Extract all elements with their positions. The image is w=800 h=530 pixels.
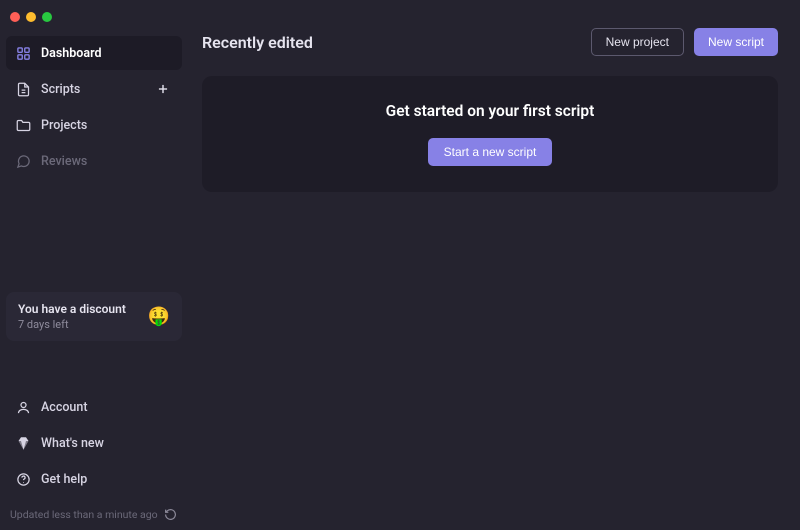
refresh-button[interactable] [162, 506, 178, 522]
window-controls [0, 6, 188, 32]
status-text: Updated less than a minute ago [10, 508, 158, 521]
sidebar-item-label: Scripts [41, 82, 80, 97]
start-new-script-button[interactable]: Start a new script [428, 138, 553, 166]
discount-title: You have a discount [18, 302, 126, 316]
sidebar-item-label: What's new [41, 436, 104, 451]
new-project-button[interactable]: New project [591, 28, 684, 56]
chat-icon [16, 154, 31, 169]
user-icon [16, 400, 31, 415]
sidebar-item-scripts[interactable]: Scripts [6, 72, 182, 106]
sidebar-item-dashboard[interactable]: Dashboard [6, 36, 182, 70]
document-icon [16, 82, 31, 97]
diamond-icon [16, 436, 31, 451]
add-script-button[interactable] [154, 80, 172, 98]
sidebar-item-whatsnew[interactable]: What's new [6, 426, 182, 460]
secondary-nav: Account What's new Get help [0, 390, 188, 500]
sidebar-item-account[interactable]: Account [6, 390, 182, 424]
sidebar-item-reviews: Reviews [6, 144, 182, 178]
maximize-window-button[interactable] [42, 12, 52, 22]
page-title: Recently edited [202, 33, 313, 52]
sidebar-item-label: Dashboard [41, 46, 102, 61]
folder-icon [16, 118, 31, 133]
sidebar: Dashboard Scripts Projects [0, 0, 188, 530]
new-script-button[interactable]: New script [694, 28, 778, 56]
close-window-button[interactable] [10, 12, 20, 22]
sidebar-item-label: Projects [41, 118, 87, 133]
page-header: Recently edited New project New script [202, 28, 778, 56]
sidebar-item-projects[interactable]: Projects [6, 108, 182, 142]
discount-subtitle: 7 days left [18, 318, 126, 331]
main-content: Recently edited New project New script G… [188, 0, 800, 530]
help-icon [16, 472, 31, 487]
sidebar-item-gethelp[interactable]: Get help [6, 462, 182, 496]
empty-state-headline: Get started on your first script [386, 102, 595, 120]
sidebar-item-label: Account [41, 400, 88, 415]
sidebar-item-label: Get help [41, 472, 87, 487]
header-actions: New project New script [591, 28, 778, 56]
minimize-window-button[interactable] [26, 12, 36, 22]
discount-banner[interactable]: You have a discount 7 days left 🤑 [6, 292, 182, 341]
grid-icon [16, 46, 31, 61]
empty-state-card: Get started on your first script Start a… [202, 76, 778, 192]
money-face-icon: 🤑 [148, 306, 170, 327]
primary-nav: Dashboard Scripts Projects [0, 32, 188, 182]
status-bar: Updated less than a minute ago [0, 500, 188, 530]
sidebar-item-label: Reviews [41, 154, 87, 169]
